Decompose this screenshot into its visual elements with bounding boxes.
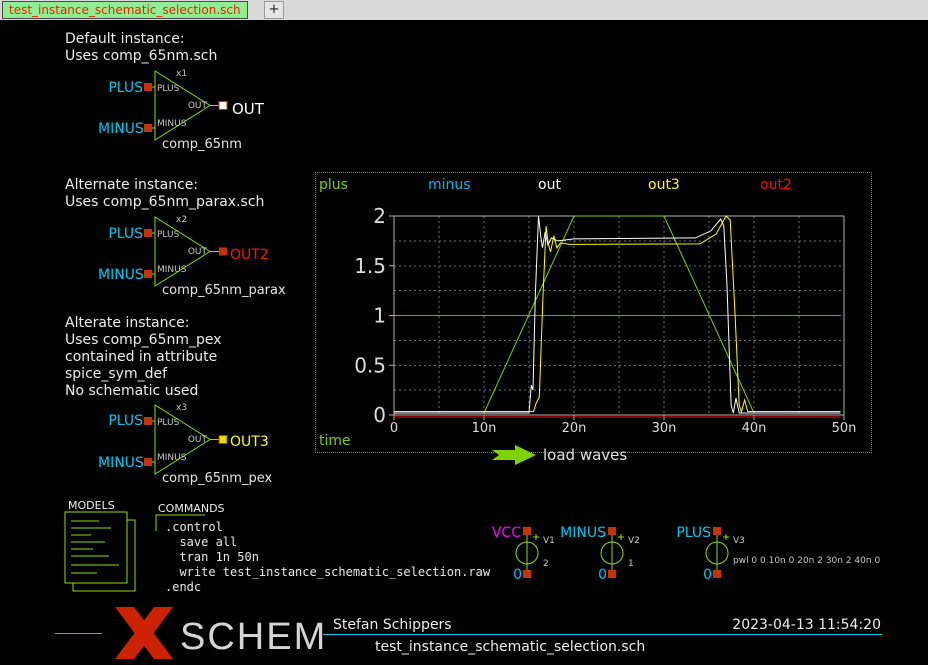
instance-name-x1: x1 [176, 69, 187, 79]
net-label-out3[interactable]: OUT3 [230, 434, 269, 450]
out-pin-square[interactable] [219, 436, 227, 444]
x-axis-title: time [319, 433, 351, 449]
pin-label-plus: PLUS [157, 84, 179, 94]
instance-name-x2: x2 [176, 215, 187, 225]
net-label-plus[interactable]: PLUS [98, 413, 143, 429]
svg-text:1.5: 1.5 [354, 254, 386, 278]
symbol-name-label: comp_65nm [162, 137, 242, 152]
pin-label-plus: PLUS [157, 230, 179, 240]
minus-pin-square[interactable] [144, 270, 152, 278]
gnd-label[interactable]: 0 [590, 567, 607, 583]
plus-pin-square[interactable] [144, 417, 152, 425]
top-pin-square[interactable] [523, 527, 531, 535]
top-pin-square[interactable] [608, 527, 616, 535]
symbol-name-label: comp_65nm_parax [162, 283, 286, 298]
pin-label-out: OUT [175, 247, 207, 257]
datetime-stamp: 2023-04-13 11:54:20 [690, 617, 881, 633]
tab-bar: test_instance_schematic_selection.sch + [0, 0, 928, 20]
vsource-name: V3 [733, 536, 745, 546]
top-pin-square[interactable] [713, 527, 721, 535]
legend-item-out2: out2 [760, 177, 792, 193]
bottom-pin-square[interactable] [523, 570, 531, 578]
plus-pin-square[interactable] [144, 229, 152, 237]
instance1-heading: Default instance:Uses comp_65nm.sch [65, 31, 217, 65]
legend-item-out3: out3 [648, 177, 680, 193]
minus-pin-square[interactable] [144, 124, 152, 132]
svg-text:0.5: 0.5 [354, 353, 386, 377]
net-label-out[interactable]: OUT [232, 100, 264, 118]
svg-text:50n: 50n [832, 421, 857, 436]
titleblock-underline [323, 634, 882, 635]
pin-label-plus: PLUS [157, 418, 179, 428]
pin-label-minus: MINUS [157, 119, 186, 129]
net-label-plus[interactable]: PLUS [98, 226, 143, 242]
svg-text:10n: 10n [472, 421, 497, 436]
legend-item-out: out [538, 177, 561, 193]
schematic-canvas[interactable]: Default instance:Uses comp_65nm.sch PLUS… [0, 20, 928, 665]
vsource-value: pwl 0 0 10n 0 20n 2 30n 2 40n 0 [733, 556, 880, 566]
svg-text:1: 1 [373, 304, 386, 328]
net-label-minus[interactable]: MINUS [98, 267, 143, 283]
waveform-plot[interactable]: 0 10n 20n 30n 40n 50n 0 0.5 1 1.5 2 [316, 173, 871, 452]
waveform-graph[interactable]: plus minus out out3 out2 0 10n 20n 30n 40n 50n 0 0.… [315, 172, 872, 453]
gnd-label[interactable]: 0 [505, 567, 522, 583]
bottom-pin-square[interactable] [608, 570, 616, 578]
svg-text:30n: 30n [652, 421, 677, 436]
author-name: Stefan Schippers [333, 617, 452, 633]
tab-current-file[interactable]: test_instance_schematic_selection.sch [2, 1, 248, 19]
xschem-logo-text: SCHEM [180, 616, 327, 659]
vsource-name: V2 [628, 536, 640, 546]
net-label-out2[interactable]: OUT2 [230, 247, 269, 263]
net-label-minus[interactable]: MINUS [98, 455, 143, 471]
symbol-name-label: comp_65nm_pex [162, 471, 272, 486]
pin-label-minus: MINUS [157, 453, 186, 463]
instance3-heading: Alterate instance:Uses comp_65nm_pex con… [65, 315, 222, 400]
svg-text:40n: 40n [742, 421, 767, 436]
net-label-minus[interactable]: MINUS [98, 121, 143, 137]
instance-name-x3: x3 [176, 403, 187, 413]
models-document-icon[interactable] [63, 511, 139, 595]
vsource-name: V1 [543, 536, 555, 546]
xschem-logo-x-icon [110, 607, 178, 659]
launcher-arrow-icon[interactable] [490, 445, 540, 465]
pin-label-out: OUT [175, 101, 207, 111]
svg-text:0: 0 [373, 403, 386, 427]
new-tab-button[interactable]: + [264, 1, 284, 19]
bottom-pin-square[interactable] [713, 570, 721, 578]
schematic-filename: test_instance_schematic_selection.sch [375, 639, 645, 655]
spice-commands-text[interactable]: .control save all tran 1n 50n write test… [165, 520, 490, 595]
svg-text:20n: 20n [562, 421, 587, 436]
minus-pin-square[interactable] [144, 458, 152, 466]
load-waves-launcher[interactable]: load waves [543, 446, 627, 464]
instance2-heading: Alternate instance:Uses comp_65nm_parax.… [65, 177, 264, 211]
out-pin-square[interactable] [219, 102, 227, 110]
svg-text:2: 2 [373, 204, 386, 228]
plus-pin-square[interactable] [144, 83, 152, 91]
pin-label-out: OUT [175, 435, 207, 445]
gnd-label[interactable]: 0 [695, 567, 712, 583]
vsource-value: 2 [543, 559, 549, 569]
vsource-value: 1 [628, 559, 634, 569]
out-pin-square[interactable] [219, 248, 227, 256]
legend-item-plus: plus [319, 177, 348, 193]
titleblock-left-line [55, 633, 102, 634]
svg-text:0: 0 [390, 421, 398, 436]
pin-label-minus: MINUS [157, 265, 186, 275]
net-label-plus[interactable]: PLUS [98, 80, 143, 96]
legend-item-minus: minus [428, 177, 471, 193]
